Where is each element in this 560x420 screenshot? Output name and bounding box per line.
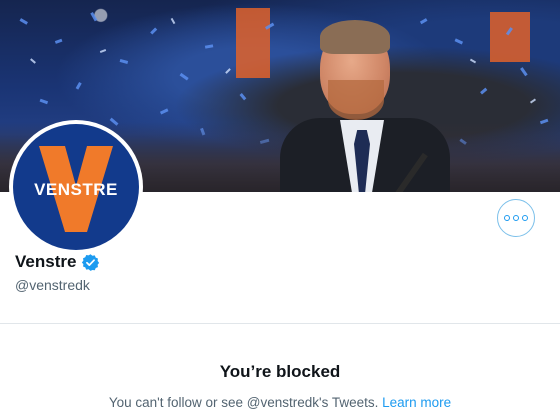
logo-text: VENSTRE (34, 180, 118, 199)
blocked-title: You’re blocked (219, 362, 341, 381)
display-name: Venstre (15, 252, 77, 271)
venstre-logo: VENSTRE (13, 124, 139, 250)
verified-badge-icon (82, 253, 100, 271)
more-icon (503, 215, 530, 221)
profile-handle: @venstredk (15, 277, 90, 293)
more-options-button[interactable] (497, 199, 535, 237)
learn-more-link[interactable]: Learn more (382, 395, 451, 410)
blocked-description-text: You can't follow or see @venstredk's Twe… (108, 395, 379, 410)
blocked-description: You can't follow or see @venstredk's Twe… (0, 395, 560, 410)
profile-name-row: Venstre (15, 252, 100, 272)
profile-avatar[interactable]: VENSTRE (9, 120, 143, 254)
section-divider (0, 323, 560, 324)
banner-person (280, 20, 450, 192)
